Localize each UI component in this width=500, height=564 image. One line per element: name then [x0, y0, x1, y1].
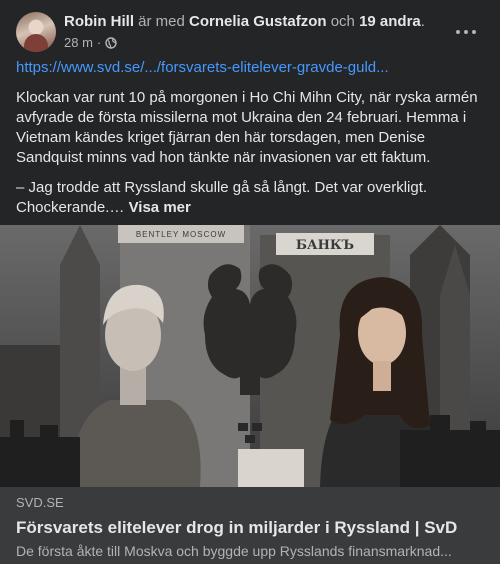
post-attribution: Robin Hill är med Cornelia Gustafzon och…	[64, 12, 444, 32]
feed-post: Robin Hill är med Cornelia Gustafzon och…	[0, 0, 500, 564]
sign-bentley: BENTLEY MOSCOW	[136, 230, 226, 239]
meta-separator: ·	[96, 35, 102, 50]
post-paragraph-2: – Jag trodde att Ryssland skulle gå så l…	[16, 178, 486, 218]
and-text: och	[326, 13, 360, 30]
more-options-icon[interactable]	[452, 18, 480, 46]
author-name[interactable]: Robin Hill	[64, 13, 134, 30]
tagged-others[interactable]: 19 andra	[359, 13, 421, 30]
post-paragraph-1: Klockan var runt 10 på morgonen i Ho Chi…	[16, 89, 478, 166]
link-domain: SVD.SE	[16, 495, 64, 510]
banknotes	[238, 449, 304, 487]
with-text: är med	[134, 13, 190, 30]
sign-bank: БАНКЪ	[296, 238, 354, 253]
post-header: Robin Hill är med Cornelia Gustafzon och…	[16, 12, 484, 52]
post-body: https://www.svd.se/.../forsvarets-elitel…	[16, 58, 486, 228]
link-preview[interactable]: SVD.SE Försvarets elitelever drog in mil…	[0, 487, 500, 564]
link-description: De första åkte till Moskva och byggde up…	[16, 543, 452, 559]
tagged-person[interactable]: Cornelia Gustafzon	[189, 13, 327, 30]
globe-icon	[105, 37, 117, 49]
link-title[interactable]: Försvarets elitelever drog in miljarder …	[16, 517, 484, 539]
see-more-button[interactable]: Visa mer	[129, 199, 191, 216]
article-image[interactable]: BENTLEY MOSCOW БАНКЪ	[0, 225, 500, 487]
period: .	[420, 13, 425, 30]
post-header-text: Robin Hill är med Cornelia Gustafzon och…	[64, 12, 444, 52]
post-link[interactable]: https://www.svd.se/.../forsvarets-elitel…	[16, 59, 389, 76]
post-time[interactable]: 28 m	[64, 34, 93, 52]
post-meta: 28 m ·	[64, 34, 444, 52]
paragraph-2-text: – Jag trodde att Ryssland skulle gå så l…	[16, 179, 428, 216]
article-image-graphic: BENTLEY MOSCOW БАНКЪ	[0, 225, 500, 487]
avatar[interactable]	[16, 12, 56, 52]
